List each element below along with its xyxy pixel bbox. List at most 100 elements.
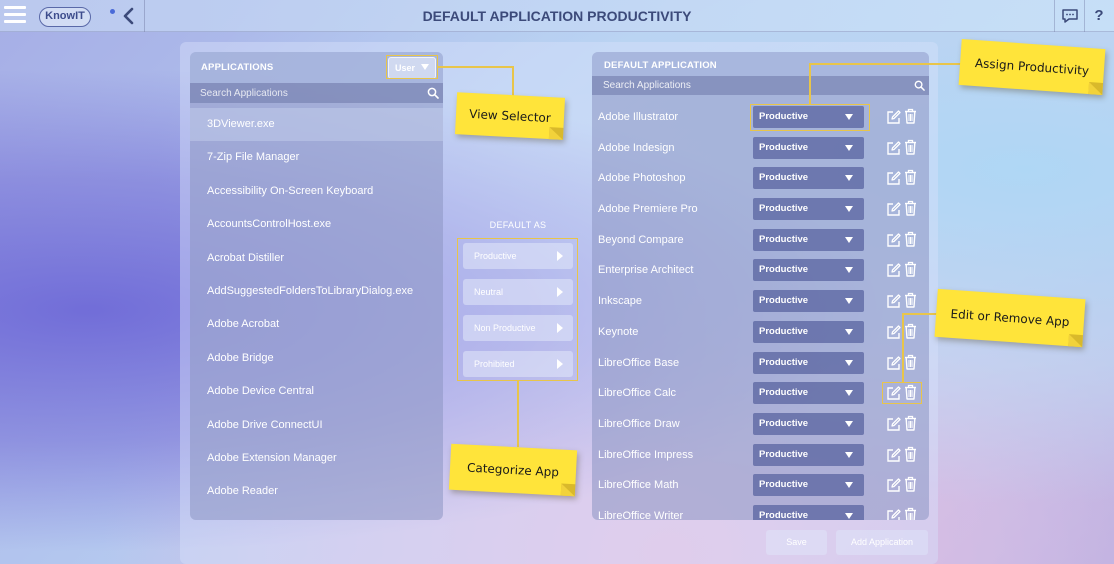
trash-icon[interactable] <box>904 354 917 370</box>
default-productive-button[interactable]: Productive <box>463 243 573 269</box>
default-application-name: LibreOffice Draw <box>598 417 680 430</box>
application-list-item[interactable]: Adobe Bridge <box>190 342 443 375</box>
arrow-right-icon <box>557 251 563 261</box>
trash-icon[interactable] <box>904 476 917 492</box>
caret-down-icon <box>845 420 853 427</box>
default-application-name: Enterprise Architect <box>598 264 694 277</box>
default-application-name: Inkscape <box>598 295 643 308</box>
applications-panel: APPLICATIONS User 3DViewer.exe7-Zip File… <box>190 52 443 520</box>
default-as-label: DEFAULT AS <box>489 220 547 230</box>
trash-icon[interactable] <box>904 415 917 431</box>
productivity-dropdown[interactable]: Productive <box>753 382 864 405</box>
default-productive-label: Productive <box>474 251 517 261</box>
top-divider <box>144 0 145 32</box>
productivity-dropdown[interactable]: Productive <box>753 504 864 520</box>
arrow-right-icon <box>557 323 563 333</box>
edit-remove-note: Edit or Remove App <box>934 288 1086 348</box>
productivity-dropdown[interactable]: Productive <box>753 106 864 128</box>
productivity-dropdown[interactable]: Productive <box>753 167 864 190</box>
trash-icon[interactable] <box>904 108 917 124</box>
edit-icon[interactable] <box>886 110 901 125</box>
trash-icon[interactable] <box>904 323 917 339</box>
caret-down-icon <box>845 359 853 366</box>
caret-down-icon <box>845 206 853 213</box>
productivity-value: Productive <box>759 325 809 337</box>
application-list-item[interactable]: 3DViewer.exe <box>190 108 443 142</box>
trash-icon[interactable] <box>904 507 917 520</box>
application-list-item[interactable]: Adobe Device Central <box>190 375 443 408</box>
default-non-productive-label: Non Productive <box>474 323 536 333</box>
edit-icon[interactable] <box>886 294 901 309</box>
trash-icon[interactable] <box>904 261 917 278</box>
edit-icon[interactable] <box>886 325 901 340</box>
application-list-item[interactable]: Adobe Extension Manager <box>190 442 443 475</box>
productivity-dropdown[interactable]: Productive <box>753 320 864 343</box>
application-list-item[interactable]: Adobe Reader <box>190 475 443 508</box>
application-list-item[interactable]: 7-Zip File Manager <box>190 141 443 174</box>
productivity-dropdown[interactable]: Productive <box>753 443 864 466</box>
productivity-dropdown[interactable]: Productive <box>753 290 864 313</box>
productivity-dropdown[interactable]: Productive <box>753 259 864 282</box>
productivity-value: Productive <box>759 479 809 491</box>
menu-icon[interactable] <box>4 6 26 26</box>
application-list-item[interactable]: Accessibility On-Screen Keyboard <box>190 175 443 208</box>
view-selector-dropdown[interactable]: User <box>388 57 436 79</box>
top-divider <box>1054 0 1055 32</box>
edit-icon[interactable] <box>886 233 901 248</box>
trash-icon[interactable] <box>904 292 917 308</box>
caret-down-icon <box>845 236 853 243</box>
trash-icon[interactable] <box>904 231 917 247</box>
edit-icon[interactable] <box>886 417 901 432</box>
applications-search-input[interactable] <box>190 83 443 103</box>
default-application-name: Adobe Premiere Pro <box>598 203 698 216</box>
search-icon[interactable] <box>427 87 439 99</box>
top-divider <box>1084 0 1085 32</box>
caret-down-icon <box>845 512 853 519</box>
trash-icon[interactable] <box>904 169 917 186</box>
default-neutral-label: Neutral <box>474 287 504 297</box>
edit-icon[interactable] <box>886 386 901 401</box>
edit-icon[interactable] <box>886 478 901 493</box>
productivity-dropdown[interactable]: Productive <box>753 228 864 251</box>
productivity-dropdown[interactable]: Productive <box>753 198 864 221</box>
view-selector-value: User <box>395 63 416 73</box>
application-list-item[interactable]: AddSuggestedFoldersToLibraryDialog.exe <box>190 275 443 308</box>
application-list-item[interactable]: AccountsControlHost.exe <box>190 208 443 241</box>
application-list-item[interactable]: Acrobat Distiller <box>190 242 443 275</box>
save-button[interactable]: Save <box>766 530 827 555</box>
productivity-value: Productive <box>759 233 809 245</box>
default-application-row: Beyond Compare Productive <box>592 225 929 256</box>
productivity-dropdown[interactable]: Productive <box>753 412 864 435</box>
productivity-dropdown[interactable]: Productive <box>753 136 864 159</box>
chevron-left-icon[interactable] <box>118 4 140 28</box>
application-list-item[interactable]: Adobe Drive ConnectUI <box>190 409 443 442</box>
application-list-item[interactable]: Adobe Acrobat <box>190 308 443 341</box>
caret-down-icon <box>421 64 430 70</box>
edit-icon[interactable] <box>886 447 901 463</box>
applications-header: APPLICATIONS User <box>190 52 443 83</box>
edit-icon[interactable] <box>886 141 901 156</box>
edit-icon[interactable] <box>886 202 901 217</box>
edit-icon[interactable] <box>886 509 901 520</box>
default-non-productive-button[interactable]: Non Productive <box>463 315 573 341</box>
chat-icon[interactable] <box>1061 7 1079 25</box>
trash-icon[interactable] <box>904 446 917 462</box>
search-icon[interactable] <box>914 80 925 91</box>
edit-icon[interactable] <box>886 355 901 371</box>
trash-icon[interactable] <box>904 200 917 216</box>
edit-icon[interactable] <box>886 171 901 186</box>
default-application-search-input[interactable] <box>592 76 929 95</box>
edit-icon[interactable] <box>886 263 901 278</box>
default-application-row: Adobe Photoshop Productive <box>592 163 929 194</box>
trash-icon[interactable] <box>904 139 917 155</box>
add-application-button[interactable]: Add Application <box>836 530 928 555</box>
productivity-dropdown[interactable]: Productive <box>753 474 864 497</box>
default-neutral-button[interactable]: Neutral <box>463 279 573 305</box>
caret-down-icon <box>845 267 853 274</box>
productivity-value: Productive <box>759 111 809 122</box>
default-prohibited-button[interactable]: Prohibited <box>463 351 573 377</box>
productivity-dropdown[interactable]: Productive <box>753 351 864 374</box>
caret-down-icon <box>845 144 853 151</box>
help-icon[interactable]: ? <box>1091 4 1107 28</box>
trash-icon[interactable] <box>904 384 917 400</box>
